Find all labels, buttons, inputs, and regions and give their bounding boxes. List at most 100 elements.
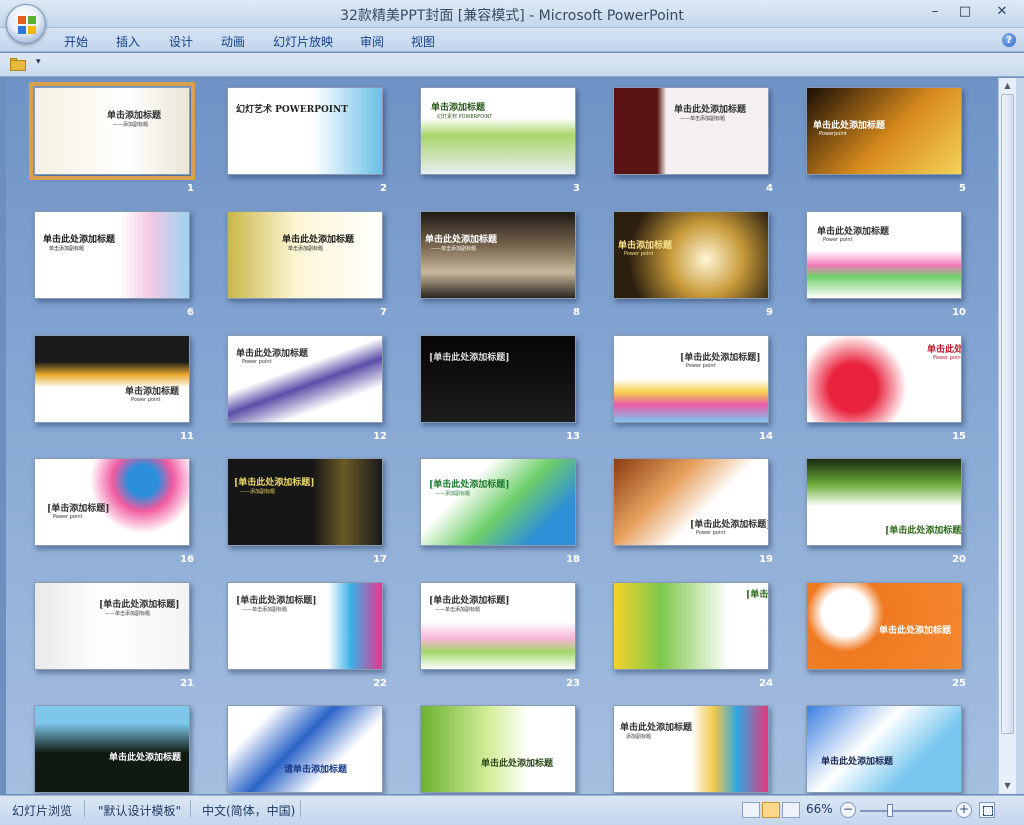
slide-subtitle-text: ——单击添加副标题 [680,116,726,122]
slide-thumbnail[interactable]: 单击此处添加标题 [806,705,962,793]
status-separator [190,800,191,818]
zoom-slider-thumb[interactable] [887,804,894,817]
tab-slideshow[interactable]: 幻灯片放映 [273,33,333,50]
tab-insert[interactable]: 插入 [116,33,140,50]
slide-title-text: 单击添加标题 [125,387,180,397]
slide-title-text: 单击此处添加标题 [813,121,886,131]
status-language[interactable]: 中文(简体，中国) [202,802,295,819]
slide-thumbnail[interactable]: 单击此处添加标题 [420,705,576,793]
slide-subtitle-text: Power point [696,530,726,536]
tab-home[interactable]: 开始 [64,33,88,50]
slide-thumbnail[interactable]: 单击此处添加标题 Powerpoint [806,87,962,175]
slide-title-text: [单击此处添加标题] [429,596,510,606]
slide-subtitle-text: 幻灯素材 POWERPOINT [437,114,493,120]
slide-number: 19 [759,554,773,565]
slide-thumbnail[interactable]: 单击添加标题 Power point [34,335,190,423]
slide-thumbnail[interactable]: [单击此处添加标题] Power point [613,458,769,546]
slide-subtitle-text: ——单击添加副标题 [105,611,151,617]
scroll-down-icon[interactable]: ▼ [999,778,1016,794]
slide-title-text: 单击此处添加标题 [817,227,890,237]
slide-number: 18 [566,554,580,565]
slide-number: 20 [952,554,966,565]
slide-subtitle-text: Power point [131,397,161,403]
status-theme-name[interactable]: "默认设计模板" [98,802,181,819]
vertical-scrollbar[interactable]: ▲ ▼ [998,78,1016,794]
slide-title-text: 单击此处添加标题 [109,753,182,763]
maximize-button[interactable]: □ [950,0,980,22]
slide-thumbnail[interactable]: [单击此处添加标题] [420,335,576,423]
slide-thumbnail[interactable]: 单击此处添加标题 [806,582,962,670]
slide-sorter-view-icon[interactable] [762,802,780,818]
slide-thumbnail[interactable]: 请单击添加标题 [227,705,383,793]
slide-thumbnail[interactable]: [单击此处添加标题] ——单击添加副标题 [227,582,383,670]
slide-thumbnail[interactable]: [单击此处添加标题] [806,458,962,546]
slide-thumbnail[interactable]: [单击添加标题] Power point [34,458,190,546]
slide-title-text: 单击添加标题 [431,103,486,113]
slide-subtitle-text: ——添加副标题 [113,122,149,128]
slide-subtitle-text: Power point [53,514,83,520]
slide-thumbnail[interactable]: 单击此处添加标题 添加副标题 [613,705,769,793]
zoom-level[interactable]: 66% [806,802,833,816]
slide-thumbnail[interactable]: 单击此处添加标题Power point [227,335,383,423]
zoom-in-button[interactable]: + [956,802,972,818]
slide-thumbnail[interactable]: 单击此处添加标题 ——单击添加副标题 [420,211,576,299]
slide-thumbnail[interactable]: 单击此处添加标题 单击添加副标题 [34,211,190,299]
slide-number: 21 [180,678,194,689]
open-folder-icon[interactable] [10,58,26,71]
slide-subtitle-text: 添加副标题 [626,734,652,740]
ribbon-tabs: 开始 插入 设计 动画 幻灯片放映 审阅 视图 ? [0,28,1024,52]
slide-thumbnail[interactable]: [单击此处添加标题] ——添加副标题 [420,458,576,546]
slide-thumbnail[interactable]: 单击此处添加标题 ——单击添加副标题 [613,87,769,175]
slide-title-text: [单击此处添加标题] [99,600,180,610]
slide-number: 12 [373,431,387,442]
tab-design[interactable]: 设计 [169,33,193,50]
slide-subtitle-text: Power point [242,359,272,365]
slide-sorter: 单击添加标题 ——添加副标题 1 幻灯艺术 POWERPOINT 2 单击添加标题 幻灯素材… [6,78,998,794]
zoom-out-button[interactable]: − [840,802,856,818]
slideshow-view-icon[interactable] [782,802,800,818]
slide-title-text: 请单击添加标题 [284,765,348,775]
slide-number: 17 [373,554,387,565]
slide-number: 15 [952,431,966,442]
slide-number: 7 [380,307,387,318]
slide-thumbnail[interactable]: [单击此处添加标题] [613,582,769,670]
office-button[interactable] [6,4,46,44]
slide-thumbnail[interactable]: 单击此处添加标题Power point [806,211,962,299]
scroll-up-icon[interactable]: ▲ [999,78,1016,94]
tab-review[interactable]: 审阅 [360,33,384,50]
slide-number: 9 [766,307,773,318]
close-button[interactable]: ✕ [980,0,1024,22]
slide-thumbnail[interactable]: [单击此处添加标题] ——单击添加副标题 [34,582,190,670]
tab-animation[interactable]: 动画 [221,33,245,50]
slide-thumbnail[interactable]: [单击此处添加标题] Power point [613,335,769,423]
tab-view[interactable]: 视图 [411,33,435,50]
slide-thumbnail[interactable]: 单击此处添加标题Power point [806,335,962,423]
slide-thumbnail[interactable]: 单击此处添加标题 [34,705,190,793]
office-logo-icon [18,16,36,34]
status-separator [84,800,85,818]
slide-thumbnail[interactable]: 单击添加标题 Power point [613,211,769,299]
slide-thumbnail[interactable]: 幻灯艺术 POWERPOINT [227,87,383,175]
customize-toolbar-dropdown[interactable]: ▾ [36,57,41,67]
scroll-thumb[interactable] [1001,94,1014,734]
slide-thumbnail[interactable]: 单击添加标题 ——添加副标题 [29,82,195,180]
slide-title-text: 单击此处添加标题 [620,723,693,733]
slide-title-text: 单击此处添加标题 [425,235,498,245]
fit-to-window-icon[interactable] [979,802,995,818]
slide-thumbnail[interactable]: 单击此处添加标题 单击添加副标题 [227,211,383,299]
slide-thumbnail[interactable]: 单击添加标题 幻灯素材 POWERPOINT [420,87,576,175]
slide-number: 5 [959,183,966,194]
slide-number: 4 [766,183,773,194]
slide-thumbnail[interactable]: [单击此处添加标题] ——添加副标题 [227,458,383,546]
slide-number: 24 [759,678,773,689]
minimize-button[interactable]: – [920,0,950,22]
slide-number: 11 [180,431,194,442]
slide-subtitle-text: ——添加副标题 [240,489,276,495]
normal-view-icon[interactable] [742,802,760,818]
zoom-slider[interactable] [860,810,952,812]
slide-thumbnail[interactable]: [单击此处添加标题] ——单击添加副标题 [420,582,576,670]
help-icon[interactable]: ? [1002,33,1016,47]
slide-title-text: 单击此处添加标题 [282,235,355,245]
slide-title-text: 单击此处添加标题 [674,105,747,115]
slide-title-text: [单击此处添加标题] [236,596,317,606]
